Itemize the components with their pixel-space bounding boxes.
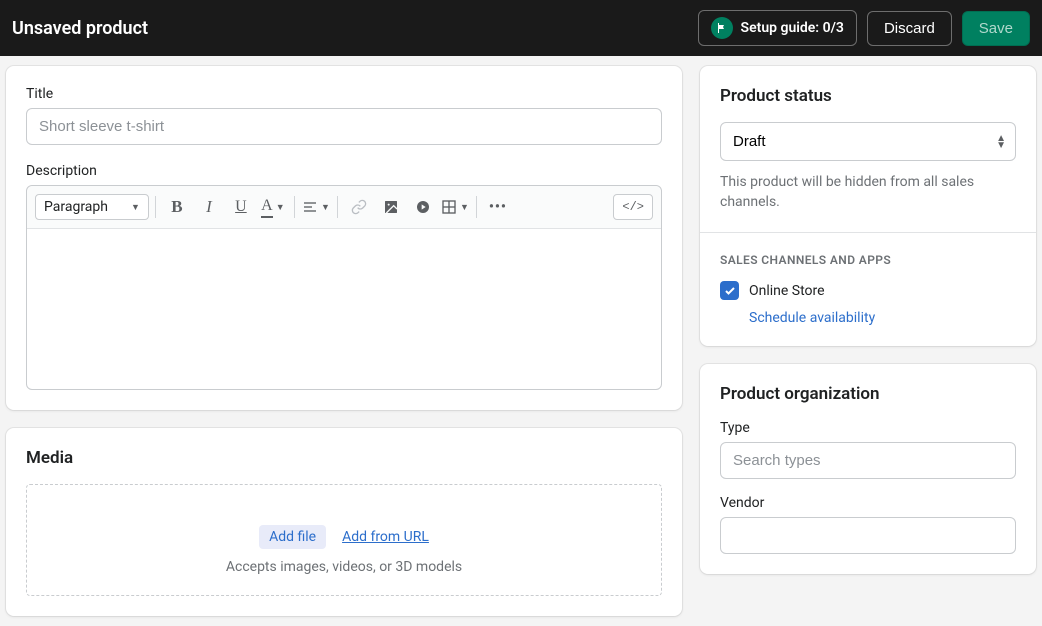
separator [294, 196, 295, 218]
flag-icon [711, 17, 733, 39]
bold-button[interactable]: B [162, 192, 192, 222]
rich-text-editor: Paragraph ▼ B I U A▼ ▼ [26, 185, 662, 390]
online-store-label: Online Store [749, 283, 825, 299]
media-actions: Add file Add from URL [47, 525, 641, 549]
title-label: Title [26, 86, 662, 102]
title-input[interactable] [26, 108, 662, 145]
media-heading: Media [26, 448, 662, 468]
page-title: Unsaved product [12, 18, 148, 39]
vendor-label: Vendor [720, 495, 1016, 511]
schedule-availability-link[interactable]: Schedule availability [720, 310, 1016, 326]
chevron-down-icon: ▼ [276, 202, 285, 213]
separator [476, 196, 477, 218]
status-help-text: This product will be hidden from all sal… [720, 173, 1016, 212]
chevron-down-icon: ▼ [131, 202, 140, 213]
video-button[interactable] [408, 192, 438, 222]
chevron-down-icon: ▼ [460, 202, 469, 213]
color-button[interactable]: A▼ [258, 192, 288, 222]
discard-button[interactable]: Discard [867, 11, 952, 46]
product-status-card: Product status Draft ▲▼ This product wil… [700, 66, 1036, 346]
main-column: Title Description Paragraph ▼ B I U A▼ [6, 66, 682, 616]
format-dropdown[interactable]: Paragraph ▼ [35, 194, 149, 220]
vendor-input[interactable] [720, 517, 1016, 554]
online-store-checkbox[interactable] [720, 281, 739, 300]
sales-channels-label: SALES CHANNELS AND APPS [720, 253, 1016, 267]
html-view-button[interactable]: </> [613, 194, 653, 220]
table-button[interactable]: ▼ [440, 192, 470, 222]
media-card: Media Add file Add from URL Accepts imag… [6, 428, 682, 616]
topbar-actions: Setup guide: 0/3 Discard Save [698, 10, 1030, 46]
media-dropzone[interactable]: Add file Add from URL Accepts images, vi… [26, 484, 662, 596]
align-button[interactable]: ▼ [301, 192, 331, 222]
format-dropdown-label: Paragraph [44, 199, 108, 215]
status-select[interactable]: Draft [720, 122, 1016, 161]
type-input[interactable] [720, 442, 1016, 479]
description-input[interactable] [27, 229, 661, 389]
separator [155, 196, 156, 218]
product-organization-card: Product organization Type Vendor [700, 364, 1036, 574]
product-organization-heading: Product organization [720, 384, 1016, 404]
image-button[interactable] [376, 192, 406, 222]
topbar: Unsaved product Setup guide: 0/3 Discard… [0, 0, 1042, 56]
description-label: Description [26, 163, 662, 179]
italic-button[interactable]: I [194, 192, 224, 222]
content-layout: Title Description Paragraph ▼ B I U A▼ [0, 56, 1042, 626]
product-status-heading: Product status [720, 86, 1016, 106]
title-description-card: Title Description Paragraph ▼ B I U A▼ [6, 66, 682, 410]
side-column: Product status Draft ▲▼ This product wil… [700, 66, 1036, 574]
add-file-button[interactable]: Add file [259, 525, 326, 549]
add-from-url-link[interactable]: Add from URL [342, 529, 429, 545]
rte-toolbar: Paragraph ▼ B I U A▼ ▼ [27, 186, 661, 229]
setup-guide-button[interactable]: Setup guide: 0/3 [698, 10, 857, 46]
online-store-row: Online Store [720, 281, 1016, 300]
separator [337, 196, 338, 218]
setup-guide-label: Setup guide: 0/3 [741, 20, 844, 36]
link-button[interactable] [344, 192, 374, 222]
chevron-down-icon: ▼ [321, 202, 330, 213]
media-help-text: Accepts images, videos, or 3D models [47, 559, 641, 575]
underline-button[interactable]: U [226, 192, 256, 222]
type-label: Type [720, 420, 1016, 436]
save-button[interactable]: Save [962, 11, 1030, 46]
more-button[interactable]: ••• [483, 192, 513, 222]
